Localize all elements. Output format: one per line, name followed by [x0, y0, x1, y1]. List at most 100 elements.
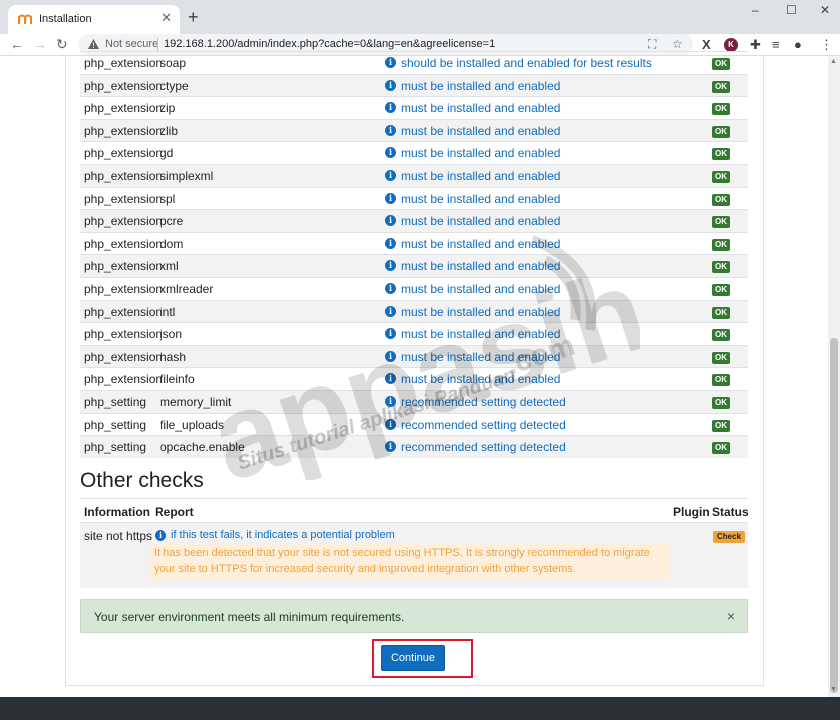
- status-badge-ok: OK: [712, 306, 730, 319]
- table-row: php_extension zip i must be installed and e…: [80, 96, 748, 119]
- info-icon: i: [385, 169, 396, 181]
- site-not-https-label: site not https: [84, 529, 153, 543]
- reading-list-icon[interactable]: ≡: [772, 37, 780, 52]
- maximize-button[interactable]: ☐: [786, 3, 797, 17]
- check-name: ctype: [160, 78, 189, 93]
- check-name: zlib: [160, 123, 179, 138]
- vertical-scrollbar[interactable]: ▲ ▼: [828, 56, 840, 697]
- bookmark-star-icon[interactable]: ☆: [672, 37, 683, 51]
- info-icon: i: [385, 260, 396, 272]
- check-type: php_extension: [84, 146, 163, 161]
- check-report-link[interactable]: must be installed and enabled: [401, 146, 560, 160]
- info-icon: i: [385, 124, 396, 136]
- info-icon: i: [385, 350, 396, 362]
- forward-arrow-icon[interactable]: →: [33, 35, 47, 53]
- scroll-thumb[interactable]: [830, 338, 838, 693]
- check-report-link[interactable]: must be installed and enabled: [401, 237, 560, 251]
- extension-k-icon[interactable]: K: [724, 38, 738, 52]
- check-report-link[interactable]: should be installed and enabled for best…: [401, 56, 652, 70]
- info-icon: i: [385, 237, 396, 249]
- back-arrow-icon[interactable]: ←: [10, 35, 24, 53]
- status-badge-ok: OK: [712, 329, 730, 342]
- status-badge-ok: OK: [712, 170, 730, 183]
- tab-close-icon[interactable]: ✕: [161, 11, 172, 25]
- scroll-up-arrow-icon[interactable]: ▲: [830, 58, 837, 65]
- window-close-button[interactable]: ✕: [820, 3, 830, 17]
- info-icon: i: [385, 192, 396, 204]
- check-report-link[interactable]: recommended setting detected: [401, 395, 566, 409]
- tab-strip: Installation ✕ + – ☐ ✕: [0, 0, 840, 34]
- table-row: php_extension hash i must be installed and …: [80, 344, 748, 368]
- continue-button[interactable]: Continue: [381, 645, 445, 671]
- status-badge-ok: OK: [712, 283, 730, 296]
- info-icon: i: [385, 102, 396, 114]
- other-checks-table: Information Report Plugin Status site no…: [80, 498, 749, 588]
- check-name: xmlreader: [160, 281, 214, 296]
- check-report-link[interactable]: must be installed and enabled: [401, 214, 560, 228]
- scroll-down-arrow-icon[interactable]: ▼: [830, 686, 837, 693]
- check-type: php_extension: [84, 191, 163, 206]
- status-badge-ok: OK: [712, 216, 730, 229]
- check-type: php_extension: [84, 236, 163, 251]
- check-type: php_extension: [84, 123, 163, 138]
- check-report-link[interactable]: must be installed and enabled: [401, 169, 560, 183]
- close-icon[interactable]: ×: [727, 608, 735, 624]
- check-report-link[interactable]: must be installed and enabled: [401, 305, 560, 319]
- check-report-link[interactable]: recommended setting detected: [401, 440, 566, 454]
- check-report-link[interactable]: must be installed and enabled: [401, 350, 560, 364]
- url-text[interactable]: 192.168.1.200/admin/index.php?cache=0&la…: [164, 38, 495, 50]
- table-row: php_setting file_uploads i recommended sett…: [80, 412, 748, 436]
- translate-icon[interactable]: ⛶: [648, 37, 656, 52]
- extensions-puzzle-icon[interactable]: ✚: [750, 37, 761, 52]
- table-row: php_extension zlib i must be installed and …: [80, 118, 748, 142]
- info-icon: i: [385, 328, 396, 340]
- table-row: php_extension gd i must be installed and en…: [80, 141, 748, 164]
- tab-title: Installation: [39, 13, 92, 25]
- minimize-button[interactable]: –: [752, 3, 759, 17]
- table-row: php_extension ctype i must be installed and…: [80, 73, 748, 97]
- table-row: php_extension simplexml i must be installed…: [80, 163, 748, 187]
- page-footer: [0, 697, 840, 720]
- check-type: php_setting: [84, 417, 147, 432]
- check-name: pcre: [160, 214, 184, 229]
- check-type: php_extension: [84, 372, 163, 387]
- check-report-link[interactable]: must be installed and enabled: [401, 327, 560, 341]
- table-row: php_extension spl i must be installed and e…: [80, 186, 748, 210]
- status-badge-ok: OK: [712, 103, 730, 116]
- browser-tab[interactable]: Installation ✕: [8, 5, 180, 34]
- check-type: php_extension: [84, 304, 163, 319]
- table-row: php_extension json i must be installed and …: [80, 322, 748, 345]
- check-report-link[interactable]: recommended setting detected: [401, 418, 566, 432]
- status-badge-ok: OK: [712, 351, 730, 364]
- extension-x-icon[interactable]: X: [702, 37, 711, 52]
- check-report-link[interactable]: must be installed and enabled: [401, 192, 560, 206]
- status-badge-check: Check: [713, 531, 746, 543]
- check-report-link[interactable]: must be installed and enabled: [401, 259, 560, 273]
- header-plugin: Plugin: [673, 505, 710, 519]
- alert-message: Your server environment meets all minimu…: [94, 610, 405, 624]
- check-type: php_extension: [84, 259, 163, 274]
- info-icon: i: [385, 147, 396, 159]
- check-type: php_setting: [84, 440, 147, 455]
- check-report-link[interactable]: must be installed and enabled: [401, 79, 560, 93]
- table-row: php_extension xmlreader i must be installed…: [80, 276, 748, 300]
- check-report-link[interactable]: must be installed and enabled: [401, 101, 560, 115]
- check-report-link[interactable]: must be installed and enabled: [401, 372, 560, 386]
- check-name: fileinfo: [160, 372, 195, 387]
- status-badge-ok: OK: [712, 442, 730, 455]
- browser-menu-icon[interactable]: ⋮: [820, 37, 833, 52]
- table-row: site not https i if this test fails, it …: [80, 522, 748, 588]
- info-icon: i: [385, 79, 396, 91]
- check-name: intl: [160, 304, 176, 319]
- potential-problem-link[interactable]: if this test fails, it indicates a poten…: [171, 529, 395, 541]
- check-type: php_extension: [84, 101, 163, 116]
- info-icon: i: [385, 282, 396, 294]
- new-tab-button[interactable]: +: [188, 8, 199, 26]
- header-status: Status: [712, 505, 749, 519]
- reload-icon[interactable]: ↻: [56, 35, 68, 53]
- check-name: zip: [160, 101, 176, 116]
- check-report-link[interactable]: must be installed and enabled: [401, 124, 560, 138]
- info-icon: i: [155, 530, 166, 541]
- profile-avatar-icon[interactable]: ●: [794, 37, 802, 52]
- check-report-link[interactable]: must be installed and enabled: [401, 282, 560, 296]
